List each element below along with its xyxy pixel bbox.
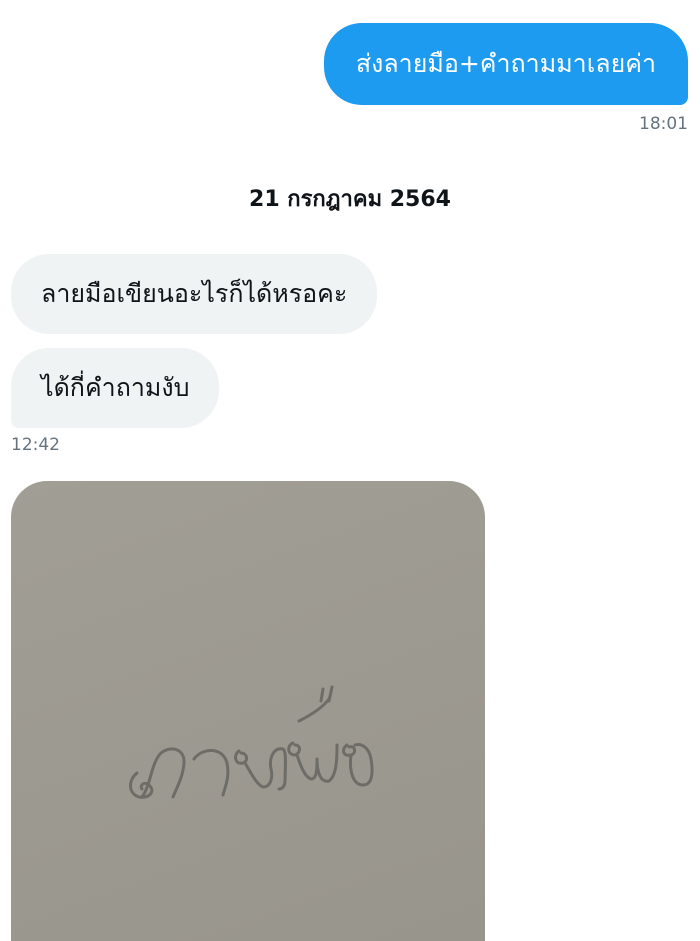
outgoing-message-time: 18:01 (639, 114, 688, 134)
date-separator: 21 กรกฎาคม 2564 (249, 187, 451, 212)
incoming-message-text: ลายมือเขียนอะไรก็ได้หรอคะ (41, 279, 348, 308)
handwriting-image (129, 685, 374, 799)
incoming-message-text: ได้กี่คำถามงับ (41, 373, 190, 402)
incoming-message-bubble[interactable]: ลายมือเขียนอะไรก็ได้หรอคะ (11, 254, 378, 334)
chat-thread: ส่งลายมือ+คำถามมาเลยค่า 18:01 21 กรกฎาคม… (0, 0, 700, 941)
outgoing-message-bubble[interactable]: ส่งลายมือ+คำถามมาเลยค่า (323, 23, 688, 105)
handwriting-photo-attachment[interactable] (11, 481, 485, 941)
outgoing-message-text: ส่งลายมือ+คำถามมาเลยค่า (355, 49, 656, 78)
incoming-message-time: 12:42 (11, 435, 60, 455)
incoming-message-bubble[interactable]: ได้กี่คำถามงับ (11, 348, 220, 428)
